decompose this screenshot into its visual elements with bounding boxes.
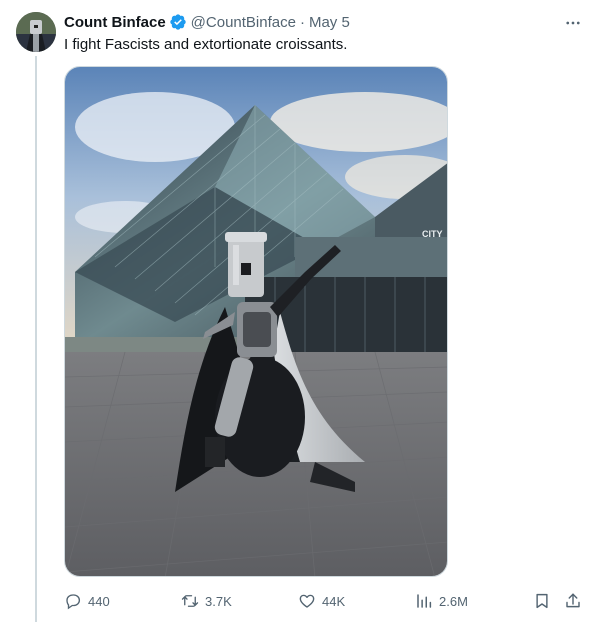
tweet-header: Count Binface @CountBinface · May 5 <box>64 12 350 32</box>
tweet-date[interactable]: May 5 <box>309 14 350 31</box>
share-icon[interactable] <box>564 588 582 614</box>
repost-button[interactable]: 3.7K <box>181 588 232 614</box>
tweet-text: I fight Fascists and extortionate croiss… <box>64 36 348 53</box>
reply-icon <box>66 594 81 610</box>
display-name[interactable]: Count Binface <box>64 14 166 31</box>
avatar[interactable] <box>16 12 56 52</box>
user-handle[interactable]: @CountBinface <box>191 14 296 31</box>
tweet-media-photo[interactable]: CITY <box>64 66 448 577</box>
reply-count: 440 <box>88 593 110 609</box>
tweet: Count Binface @CountBinface · May 5 I fi… <box>0 0 598 622</box>
repost-count: 3.7K <box>205 593 232 609</box>
analytics-icon <box>417 594 432 608</box>
thread-line <box>35 56 37 622</box>
views-count: 2.6M <box>439 593 468 609</box>
reply-button[interactable]: 440 <box>64 588 110 614</box>
more-horizontal-icon[interactable] <box>560 10 586 36</box>
tweet-actions: 440 3.7K 44K 2.6M <box>64 588 584 614</box>
views-button[interactable]: 2.6M <box>415 588 468 614</box>
like-button[interactable]: 44K <box>298 588 345 614</box>
repost-icon <box>181 595 199 607</box>
like-count: 44K <box>322 593 346 609</box>
building-sign-text: CITY <box>422 229 443 239</box>
bookmark-icon[interactable] <box>533 588 551 614</box>
verified-badge-icon[interactable] <box>169 13 187 31</box>
separator-dot: · <box>299 13 305 31</box>
heart-icon <box>299 594 315 608</box>
